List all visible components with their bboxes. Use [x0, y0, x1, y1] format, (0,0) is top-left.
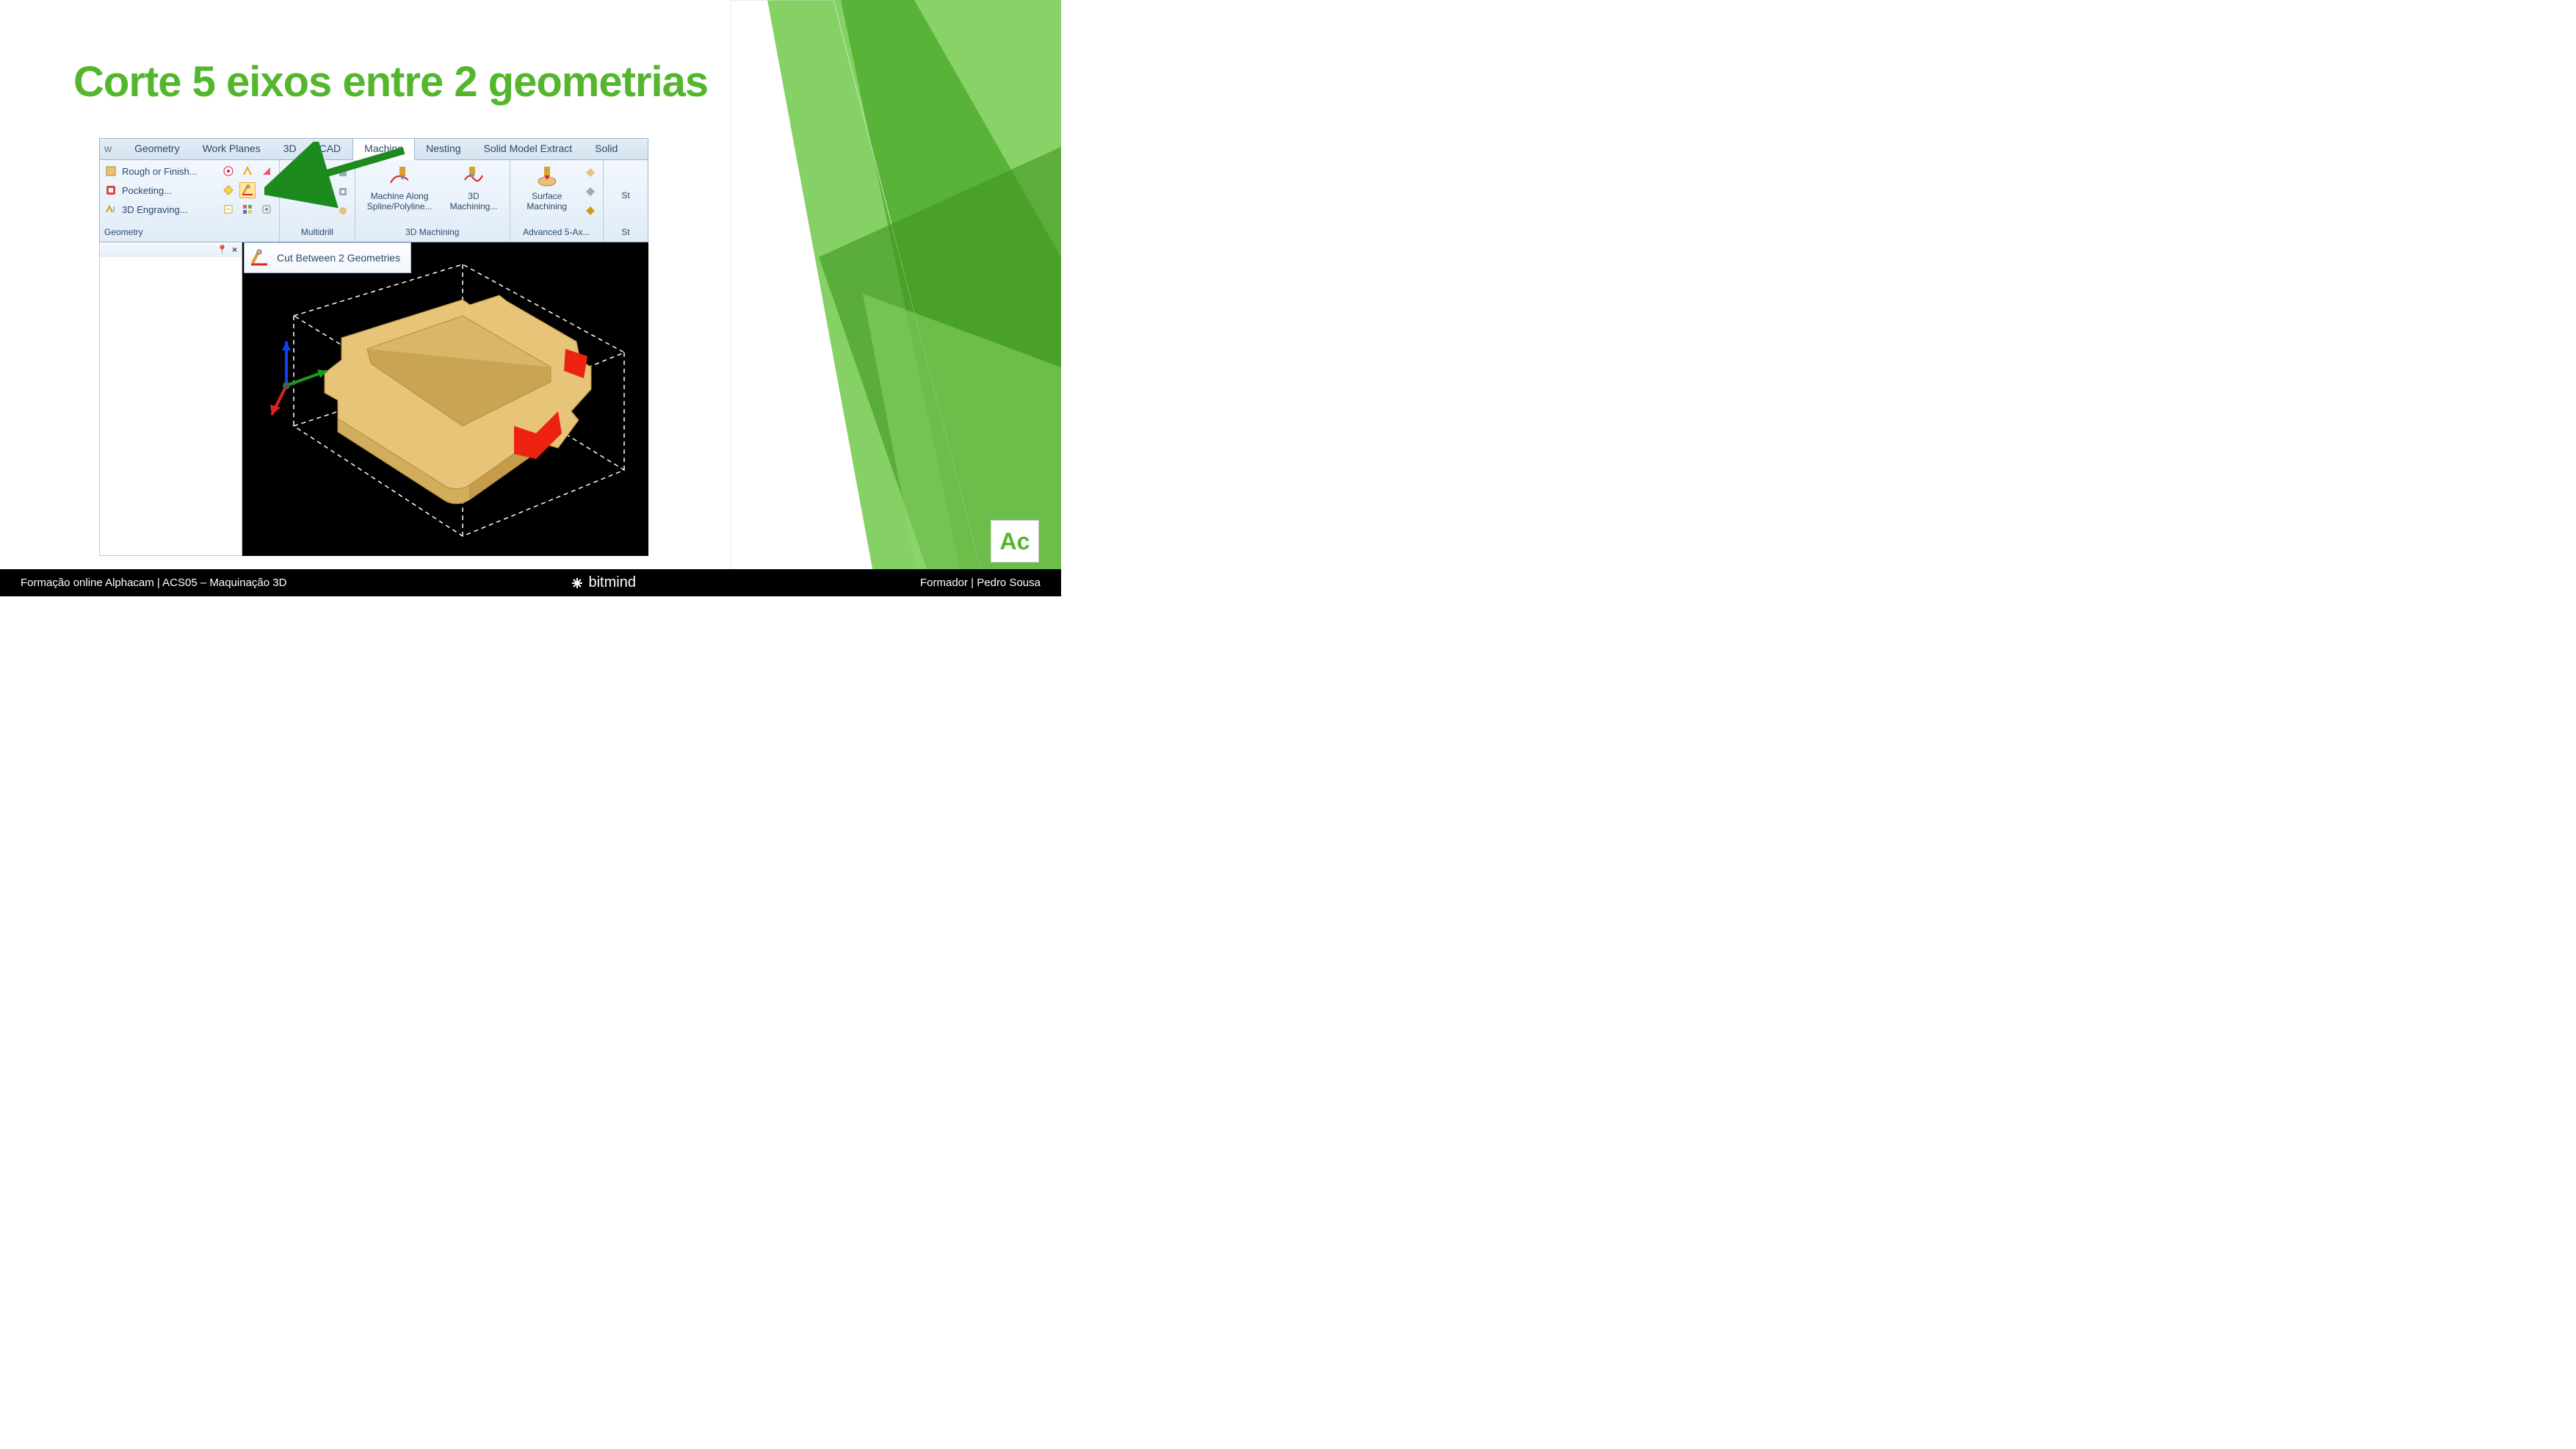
3d-scene [242, 242, 648, 556]
surface-machining-button[interactable]: Surface Machining [515, 163, 579, 213]
tab-workplanes[interactable]: Work Planes [192, 139, 272, 159]
group-adv5-label: Advanced 5-Ax... [523, 227, 590, 239]
rough-finish-icon [104, 165, 117, 178]
decorative-triangles [731, 0, 1061, 596]
ribbon-body: Rough or Finish... Pocketing... [99, 160, 648, 242]
pocketing-icon [104, 184, 117, 197]
tooltip-icon [249, 247, 269, 268]
engraving-label: 3D Engraving... [122, 204, 188, 215]
multidrill-aux-2[interactable] [335, 184, 351, 200]
surface-machining-label: Surface Machining [519, 191, 575, 212]
side-panel: 📍 × [99, 242, 242, 556]
cut-between-2-geometries-button[interactable] [239, 182, 256, 198]
footer-left: Formação online Alphacam | ACS05 – Maqui… [21, 577, 286, 589]
machine-along-spline-button[interactable]: Machine Along Spline/Polyline... [360, 163, 440, 213]
engraving-icon [104, 203, 117, 216]
tab-solid-model-extract[interactable]: Solid Model Extract [473, 139, 585, 159]
geo-misc-icon-1b[interactable] [239, 163, 256, 179]
tab-partial-right: Solid [584, 139, 618, 159]
3d-machining-button[interactable]: 3D Machining... [442, 163, 504, 213]
ribbon-tabs: w Geometry Work Planes 3D CAD Machine Ne… [99, 138, 648, 160]
group-3d-machining-label: 3D Machining [405, 227, 459, 239]
multidrill-button[interactable]: Multidrill... [283, 163, 332, 203]
rough-finish-label: Rough or Finish... [122, 166, 198, 177]
pin-icon[interactable]: 📍 [217, 245, 228, 255]
tab-nesting[interactable]: Nesting [415, 139, 472, 159]
software-screenshot: w Geometry Work Planes 3D CAD Machine Ne… [99, 138, 648, 556]
close-icon[interactable]: × [232, 245, 237, 255]
geo-misc-icon-3b[interactable] [239, 201, 256, 217]
tab-3d[interactable]: 3D [272, 139, 308, 159]
pocketing-button[interactable]: Pocketing... [104, 184, 217, 197]
multidrill-aux-1[interactable] [335, 165, 351, 181]
st-bottom: St [621, 227, 629, 239]
pocketing-label: Pocketing... [122, 185, 172, 196]
ribbon-group-adv5: Surface Machining Advanced 5-Ax... [510, 160, 604, 242]
geo-misc-icon-3c[interactable] [258, 201, 275, 217]
tooltip-cut-between-2-geometries: Cut Between 2 Geometries [244, 242, 411, 273]
alphacam-logo: Ac [991, 520, 1039, 563]
geo-misc-icon-2c[interactable] [258, 182, 275, 198]
tab-cad[interactable]: CAD [308, 139, 353, 159]
footer-right: Formador | Pedro Sousa [920, 577, 1041, 589]
tab-machine[interactable]: Machine [352, 138, 415, 160]
tab-geometry[interactable]: Geometry [123, 139, 191, 159]
ribbon-group-3d-machining: Machine Along Spline/Polyline... 3D Mach… [355, 160, 510, 242]
multidrill-aux-3[interactable] [335, 203, 351, 219]
3d-machining-icon [461, 165, 486, 189]
ribbon-group-geometry: Rough or Finish... Pocketing... [100, 160, 280, 242]
tooltip-label: Cut Between 2 Geometries [277, 252, 400, 264]
multidrill-label: Multidrill... [288, 191, 328, 201]
ribbon-group-partial-st: St St [604, 160, 648, 242]
adv5-aux-1[interactable] [582, 165, 598, 181]
footer-brand: bitmind [571, 574, 635, 591]
3d-machining-label: 3D Machining... [446, 191, 500, 212]
geo-misc-icon-1a[interactable] [220, 163, 236, 179]
group-geometry-label: Geometry [104, 227, 275, 239]
tab-partial-left: w [100, 139, 123, 159]
adv5-aux-3[interactable] [582, 203, 598, 219]
ribbon-group-multidrill: Multidrill... Multidrill [280, 160, 355, 242]
geo-misc-icon-3a[interactable] [220, 201, 236, 217]
geo-misc-icon-2a[interactable] [220, 182, 236, 198]
geo-misc-icon-1c[interactable] [258, 163, 275, 179]
machine-along-spline-label: Machine Along Spline/Polyline... [364, 191, 435, 212]
surface-machining-icon [535, 165, 560, 189]
st-top: St [621, 190, 629, 200]
multidrill-icon [295, 165, 320, 189]
group-multidrill-label: Multidrill [301, 227, 333, 239]
rough-or-finish-button[interactable]: Rough or Finish... [104, 165, 217, 178]
3d-engraving-button[interactable]: 3D Engraving... [104, 203, 217, 216]
brand-icon [571, 577, 584, 590]
3d-viewport[interactable]: Cut Between 2 Geometries [242, 242, 648, 556]
footer-bar: Formação online Alphacam | ACS05 – Maqui… [0, 569, 1061, 596]
machine-along-spline-icon [387, 165, 412, 189]
adv5-aux-2[interactable] [582, 184, 598, 200]
page-title: Corte 5 eixos entre 2 geometrias [73, 57, 708, 106]
